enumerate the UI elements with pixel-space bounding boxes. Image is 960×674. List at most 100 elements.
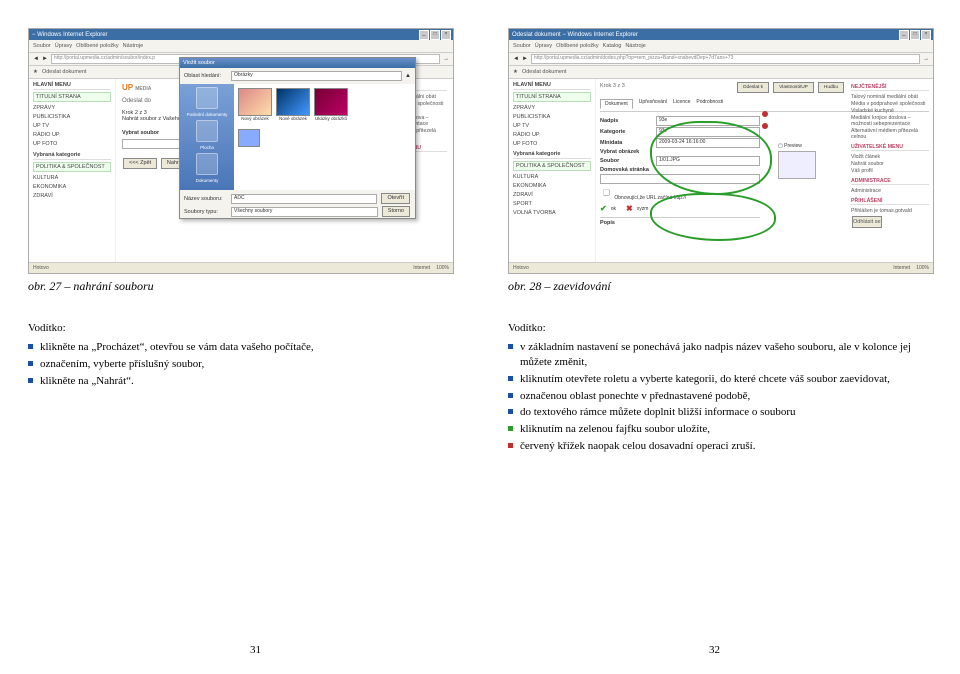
logout-button[interactable]: Odhlásit se (852, 216, 882, 228)
menu-item[interactable]: Úpravy (55, 43, 72, 49)
menu-item[interactable]: Úpravy (535, 43, 552, 49)
sidebar-item[interactable]: UP FOTO (33, 139, 111, 148)
rightmenu-item[interactable]: Média v podprahové společnosti (851, 100, 929, 107)
back-icon[interactable]: ◄ (513, 56, 519, 62)
cancel-icon[interactable]: ✖ (626, 204, 633, 213)
form-tab[interactable]: Podrobnosti (696, 99, 723, 109)
rightmenu-item[interactable]: Váš profil (851, 167, 929, 174)
sidebar-item[interactable]: POLITIKA & SPOLEČNOST (33, 162, 111, 172)
sidebar-item[interactable]: KULTURA (513, 172, 591, 181)
sidebar-item[interactable]: TITULNÍ STRANA (33, 92, 111, 102)
sidebar-item[interactable]: UP TV (33, 121, 111, 130)
form-tab[interactable]: Licence (673, 99, 690, 109)
menu-item[interactable]: Oblíbené položky (556, 43, 599, 49)
back-button[interactable]: <<< Zpět (123, 158, 157, 169)
menu-item[interactable]: Oblíbené položky (76, 43, 119, 49)
url-field[interactable]: http://portal.upmedia.cz/admin/dodes.php… (531, 54, 920, 64)
menu-item[interactable]: Nástroje (123, 43, 143, 49)
left-column: − Windows Internet Explorer _ □ × Soubor… (0, 0, 480, 674)
rightmenu-item[interactable]: Nahrát soubor (851, 160, 929, 167)
rightmenu-item[interactable]: Talový nominál mediální obát (851, 93, 929, 100)
documents-icon[interactable] (196, 153, 218, 175)
close-button[interactable]: × (921, 30, 931, 40)
annotation-mark (650, 193, 776, 241)
sidebar-head: Vybraná kategorie (513, 151, 591, 159)
window-titlebar: Odeslat dokument − Windows Internet Expl… (509, 29, 933, 40)
sidebar-item[interactable]: KULTURA (33, 173, 111, 182)
sidebar-item[interactable]: EKONOMIKA (513, 181, 591, 190)
sidebar-item[interactable]: UP TV (513, 121, 591, 130)
sidebar-item[interactable]: PUBLICISTIKA (33, 112, 111, 121)
filetype-label: Soubory typu: (184, 209, 228, 215)
forward-icon[interactable]: ► (42, 56, 48, 62)
form-tab[interactable]: Dokument (600, 99, 633, 109)
top-button[interactable]: Vlastnosti/UP (773, 82, 814, 93)
favorite-icon[interactable]: ★ (33, 69, 38, 75)
cancel-button[interactable]: Storno (382, 206, 410, 217)
sidebar-item[interactable]: VOLNÁ TVORBA (513, 208, 591, 217)
desktop-icon[interactable] (196, 120, 218, 142)
field-label: Domovská stránka (600, 167, 652, 173)
top-button[interactable]: Odeslat k (737, 82, 769, 93)
menubar: Soubor Úpravy Oblíbené položky Nástroje (29, 40, 453, 53)
screenshot-right: Odeslat dokument − Windows Internet Expl… (508, 28, 934, 274)
lookIn-select[interactable]: Obrázky (231, 71, 402, 81)
form-tab[interactable]: Upřesňování (639, 99, 667, 109)
rightmenu-item[interactable]: Visladské kuchyně (851, 107, 929, 114)
recent-icon[interactable] (196, 87, 218, 109)
sidebar-item[interactable]: TITULNÍ STRANA (513, 92, 591, 102)
sidebar-item[interactable]: EKONOMIKA (33, 182, 111, 191)
sidebar-item[interactable]: ZPRÁVY (513, 103, 591, 112)
open-button[interactable]: Otevřít (381, 193, 410, 204)
sidebar-item[interactable]: PUBLICISTIKA (513, 112, 591, 121)
thumb-icon[interactable] (238, 129, 260, 147)
sidebar-item[interactable]: POLITIKA & SPOLEČNOST (513, 161, 591, 171)
menu-item[interactable]: Soubor (33, 43, 51, 49)
sidebar-item[interactable]: ZPRÁVY (33, 103, 111, 112)
forward-icon[interactable]: ► (522, 56, 528, 62)
top-button[interactable]: Hudbu (818, 82, 844, 93)
go-icon[interactable]: → (923, 56, 929, 62)
thumb-icon[interactable] (276, 88, 310, 116)
tab[interactable]: Odeslat dokument (522, 69, 567, 75)
zone-text: Internet (413, 265, 430, 271)
menu-item[interactable]: Nástroje (625, 43, 645, 49)
filename-input[interactable]: ADC (231, 194, 377, 204)
annotation-dot (762, 111, 768, 117)
ok-icon[interactable]: ✔ (600, 204, 607, 213)
guide-item: klikněte na „Procházet“, otevřou se vám … (28, 340, 452, 355)
menu-item[interactable]: Soubor (513, 43, 531, 49)
filetype-select[interactable]: Všechny soubory (231, 207, 378, 217)
rightmenu-item[interactable]: Administrace (851, 187, 929, 194)
rightmenu-item[interactable]: Alternativní médiem přitezelá celnou (851, 127, 929, 140)
menu-item[interactable]: Katalog (603, 43, 622, 49)
sidebar-item[interactable]: RÁDIO UP (513, 130, 591, 139)
close-button[interactable]: × (441, 30, 451, 40)
maximize-button[interactable]: □ (430, 30, 440, 40)
minimize-button[interactable]: _ (899, 30, 909, 40)
rightmenu-item[interactable]: Vložit článek (851, 153, 929, 160)
sidebar-item[interactable]: ZDRAVÍ (33, 191, 111, 200)
zone-text: Internet (893, 265, 910, 271)
rightmenu-head: NEJČTENĚJŠÍ (851, 83, 929, 91)
sidebar-item[interactable]: UP FOTO (513, 139, 591, 148)
sidebar-item[interactable]: ZDRAVÍ (513, 190, 591, 199)
status-text: Hotovo (33, 265, 49, 271)
sidebar-item[interactable]: SPORT (513, 199, 591, 208)
field-label[interactable]: Vybrat obrázek (600, 149, 639, 155)
window-titlebar: − Windows Internet Explorer _ □ × (29, 29, 453, 40)
favorite-icon[interactable]: ★ (513, 69, 518, 75)
thumb-icon[interactable] (238, 88, 272, 116)
preview-thumb (778, 151, 816, 179)
tab[interactable]: Odeslat dokument (42, 69, 87, 75)
back-icon[interactable]: ◄ (33, 56, 39, 62)
go-icon[interactable]: → (443, 56, 449, 62)
maximize-button[interactable]: □ (910, 30, 920, 40)
rightmenu-item[interactable]: Mediální krojice doslova – možnosti sebe… (851, 114, 929, 127)
thumb-icon[interactable] (314, 88, 348, 116)
window-controls: _ □ × (419, 30, 451, 40)
sidebar-item[interactable]: RÁDIO UP (33, 130, 111, 139)
minimize-button[interactable]: _ (419, 30, 429, 40)
url-checkbox[interactable] (603, 189, 610, 196)
up-icon[interactable]: ▲ (405, 73, 411, 79)
